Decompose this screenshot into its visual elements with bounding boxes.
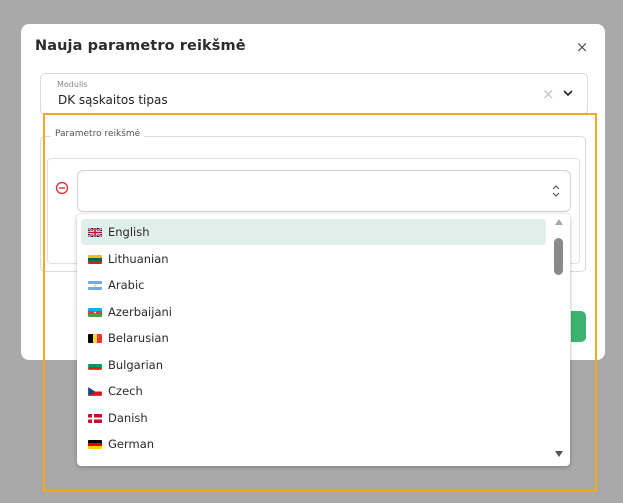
option-label: Arabic <box>108 278 145 292</box>
scroll-up-arrow-icon[interactable] <box>555 219 563 225</box>
option-arabic[interactable]: Arabic <box>81 272 546 298</box>
option-czech[interactable]: Czech <box>81 378 546 404</box>
modal-title: Nauja parametro reikšmė <box>35 38 246 54</box>
option-german[interactable]: German <box>81 431 546 457</box>
chevron-down-icon[interactable] <box>561 86 575 100</box>
option-label: Lithuanian <box>108 251 169 266</box>
flag-arabic-icon <box>88 281 102 290</box>
option-label: Bulgarian <box>108 357 163 372</box>
option-label: Belarusian <box>108 331 169 345</box>
option-bulgarian[interactable]: Bulgarian <box>81 352 546 378</box>
language-select[interactable] <box>77 170 571 212</box>
parametro-legend: Parametro reikšmė <box>51 129 145 139</box>
option-label: Czech <box>108 384 143 398</box>
scrollbar-thumb[interactable] <box>554 238 563 275</box>
option-danish[interactable]: Danish <box>81 405 546 431</box>
option-label: English <box>108 225 150 239</box>
flag-germany-icon <box>88 440 102 449</box>
remove-circle-icon[interactable] <box>55 181 69 195</box>
option-label: German <box>108 437 155 451</box>
flag-azerbaijan-icon <box>88 307 102 317</box>
clear-icon[interactable]: × <box>542 85 555 103</box>
option-label: Danish <box>108 410 148 425</box>
option-azerbaijani[interactable]: Azerbaijani <box>81 299 546 325</box>
option-belarusian[interactable]: Belarusian <box>81 325 546 351</box>
language-dropdown: English Lithuanian Arabic Azerbaijani Be… <box>77 214 570 466</box>
flag-bulgaria-icon <box>88 360 102 370</box>
flag-denmark-icon <box>88 413 102 423</box>
flag-lithuania-icon <box>88 254 102 264</box>
close-icon[interactable]: × <box>574 39 590 55</box>
modulis-value: DK sąskaitos tipas <box>58 93 168 107</box>
flag-czech-icon <box>88 387 102 396</box>
scroll-down-arrow-icon[interactable] <box>555 451 563 457</box>
modulis-select[interactable]: Modulis DK sąskaitos tipas × <box>40 73 588 115</box>
option-lithuanian[interactable]: Lithuanian <box>81 246 546 272</box>
flag-uk-icon <box>88 228 102 237</box>
option-label: Azerbaijani <box>108 304 172 319</box>
save-button[interactable] <box>571 311 586 342</box>
option-english[interactable]: English <box>81 219 546 245</box>
updown-chevron-icon <box>552 185 560 197</box>
modulis-label: Modulis <box>57 80 88 89</box>
flag-belarus-icon <box>88 334 102 343</box>
